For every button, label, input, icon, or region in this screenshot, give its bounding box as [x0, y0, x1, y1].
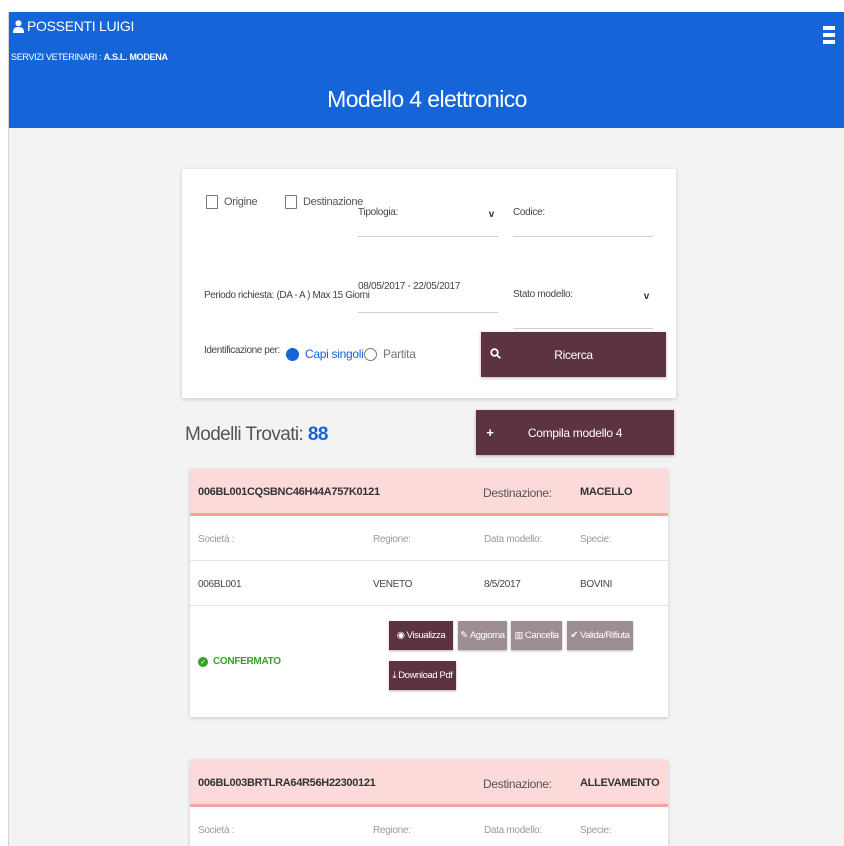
col-data: Data modello:	[484, 825, 542, 836]
pencil-icon: ✎	[460, 630, 468, 641]
value-data: 8/5/2017	[484, 579, 521, 590]
service-info: SERVIZI VETERINARI : A.S.L. MODENA	[11, 52, 168, 62]
destination-label: Destinazione:	[483, 777, 552, 791]
origin-label: Origine	[224, 196, 258, 208]
radio-single[interactable]: Capi singoli	[286, 347, 364, 361]
origin-checkbox[interactable]: Origine	[206, 195, 258, 209]
col-regione: Regione:	[373, 534, 411, 545]
card-columns-header: Società : Regione: Data modello: Specie:	[190, 807, 668, 846]
codice-input[interactable]: Codice:	[513, 207, 653, 237]
found-label: Modelli Trovati:	[185, 424, 308, 445]
col-data: Data modello:	[484, 534, 542, 545]
tipologia-select[interactable]: Tipologia: v	[358, 207, 498, 237]
card-columns-header: Società : Regione: Data modello: Specie:	[190, 516, 668, 561]
check-circle-icon: ✓	[198, 656, 208, 667]
value-specie: BOVINI	[580, 579, 613, 590]
search-form-card: Origine Destinazione Tipologia: v Codice…	[182, 169, 676, 398]
delete-label: Cancella	[524, 630, 559, 641]
card-actions-area: ✓ CONFERMATO ◉ Visualizza ✎ Aggiorna ▥ Canc…	[190, 606, 668, 716]
model-card: 006BL003BRTLRA64R56H22300121 Destinazion…	[190, 760, 668, 846]
chevron-down-icon: v	[488, 209, 495, 220]
download-icon: ⤓	[392, 670, 397, 681]
card-header: 006BL001CQSBNC46H44A757K0121 Destinazion…	[190, 469, 668, 516]
codice-label: Codice:	[513, 207, 545, 218]
period-input[interactable]: 08/05/2017 - 22/05/2017	[358, 281, 498, 313]
trash-icon: ▥	[514, 630, 523, 641]
user-icon	[13, 19, 24, 33]
card-values-row: 006BL001 VENETO 8/5/2017 BOVINI	[190, 561, 668, 606]
destination-checkbox[interactable]: Destinazione	[285, 195, 363, 209]
radio-selected-icon	[286, 347, 299, 361]
service-name: A.S.L. MODENA	[103, 52, 168, 62]
check-icon: ✔	[570, 630, 578, 641]
status-badge: ✓ CONFERMATO	[198, 656, 281, 667]
period-label: Periodo richiesta: (DA - A ) Max 15 Gior…	[204, 290, 370, 301]
tipologia-label: Tipologia:	[358, 207, 398, 218]
destination-value: MACELLO	[580, 486, 633, 498]
chevron-down-icon: v	[643, 291, 650, 302]
update-label: Aggiorna	[469, 630, 505, 641]
col-specie: Specie:	[580, 825, 612, 836]
stato-label: Stato modello:	[513, 289, 573, 300]
radio-unselected-icon	[364, 347, 377, 361]
service-prefix: SERVIZI VETERINARI :	[11, 52, 104, 62]
update-button[interactable]: ✎ Aggiorna	[458, 621, 507, 650]
stato-select[interactable]: Stato modello: v	[513, 289, 653, 329]
found-count: 88	[307, 424, 329, 445]
radio-batch-label: Partita	[383, 347, 416, 361]
destination-label: Destinazione:	[483, 486, 552, 500]
user-name: POSSENTI LUIGI	[27, 18, 135, 34]
validate-button[interactable]: ✔ Valida/Rifiuta	[567, 621, 633, 650]
compile-model-button[interactable]: + Compila modello 4	[476, 410, 674, 455]
status-label: CONFERMATO	[213, 656, 281, 667]
value-societa: 006BL001	[198, 579, 242, 590]
destination-label: Destinazione	[303, 196, 363, 208]
radio-batch[interactable]: Partita	[364, 347, 416, 361]
results-count: Modelli Trovati: 88	[185, 424, 328, 446]
download-label: Download Pdf	[398, 670, 453, 681]
col-regione: Regione:	[373, 825, 411, 836]
search-icon	[481, 347, 509, 362]
model-card: 006BL001CQSBNC46H44A757K0121 Destinazion…	[190, 469, 668, 717]
page-title: Modello 4 elettronico	[327, 86, 527, 112]
value-regione: VENETO	[373, 579, 413, 590]
plus-icon: +	[486, 425, 494, 440]
compile-button-label: Compila modello 4	[527, 425, 623, 440]
checkbox-icon	[285, 195, 297, 209]
col-specie: Specie:	[580, 534, 612, 545]
search-button[interactable]: Ricerca	[481, 332, 666, 377]
period-value: 08/05/2017 - 22/05/2017	[358, 281, 461, 292]
destination-value: ALLEVAMENTO	[580, 777, 660, 789]
checkbox-icon	[206, 195, 218, 209]
view-button[interactable]: ◉ Visualizza	[389, 621, 453, 650]
page: POSSENTI LUIGI SERVIZI VETERINARI : A.S.…	[8, 12, 844, 846]
col-societa: Società :	[198, 534, 235, 545]
eye-icon: ◉	[396, 630, 405, 641]
model-code[interactable]: 006BL001CQSBNC46H44A757K0121	[198, 486, 380, 498]
identification-label: Identificazione per:	[204, 345, 280, 356]
download-pdf-button[interactable]: ⤓ Download Pdf	[389, 661, 456, 690]
view-label: Visualizza	[406, 630, 446, 641]
card-header: 006BL003BRTLRA64R56H22300121 Destinazion…	[190, 760, 668, 807]
radio-single-label: Capi singoli	[305, 347, 364, 361]
delete-button[interactable]: ▥ Cancella	[511, 621, 562, 650]
validate-label: Valida/Rifiuta	[579, 630, 630, 641]
col-societa: Società :	[198, 825, 235, 836]
app-header: POSSENTI LUIGI SERVIZI VETERINARI : A.S.…	[9, 12, 844, 128]
user-info[interactable]: POSSENTI LUIGI	[13, 18, 134, 34]
search-button-label: Ricerca	[554, 347, 593, 362]
hamburger-menu-icon[interactable]	[823, 26, 835, 46]
model-code[interactable]: 006BL003BRTLRA64R56H22300121	[198, 777, 376, 789]
